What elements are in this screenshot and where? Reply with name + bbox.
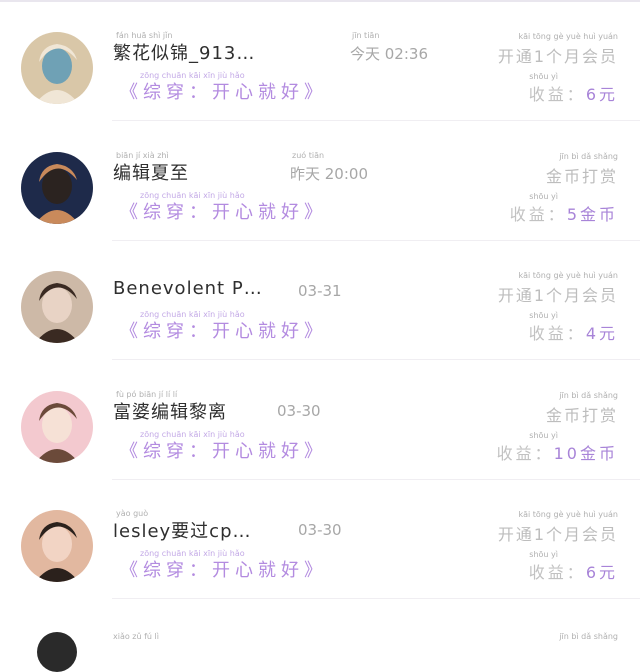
timestamp: 昨天 20:00 [290,165,368,183]
user-name[interactable]: 繁花似锦_913… [113,39,255,65]
avatar[interactable] [21,391,93,463]
avatar[interactable] [21,152,93,224]
earn-pinyin: shōu yì [529,550,558,559]
earn-label: 收益： [528,563,586,582]
status-pinyin: kāi tōng gè yuè huì yuán [518,510,618,519]
list-item[interactable]: yào guò lesley要过cp… 03-30 zōng chuān kāi… [0,480,640,599]
user-name[interactable]: lesley要过cp… [113,517,252,543]
earn-label: 收益： [528,324,586,343]
earn-value: 10金币 [553,444,618,463]
row-divider [112,359,640,360]
avatar [37,632,77,672]
earnings: 收益：5金币 [510,201,618,225]
work-title[interactable]: 《综穿：开心就好》 [120,317,327,343]
status-pinyin: jīn bì dǎ shǎng [559,152,618,161]
name-pinyin: xiǎo zǔ fú lì [113,632,159,641]
time-pinyin: jīn tiān [352,31,380,40]
status-pinyin: jīn bì dǎ shǎng [559,632,618,641]
earn-pinyin: shōu yì [529,431,558,440]
work-title[interactable]: 《综穿：开心就好》 [120,198,327,224]
reward-type: 开通1个月会员 [497,525,618,544]
earnings: 收益：6元 [529,81,618,105]
status-pinyin: jīn bì dǎ shǎng [559,391,618,400]
timestamp: 今天 02:36 [350,45,428,63]
list-item-partial[interactable]: xiǎo zǔ fú lì jīn bì dǎ shǎng [0,602,640,672]
earnings: 收益：10金币 [497,440,618,464]
reward-type: 开通1个月会员 [497,286,618,305]
earn-value: 6元 [585,563,618,582]
earn-pinyin: shōu yì [529,72,558,81]
timestamp: 03-30 [277,402,321,420]
work-title[interactable]: 《综穿：开心就好》 [120,78,327,104]
status-pinyin: kāi tōng gè yuè huì yuán [518,32,618,41]
status-pinyin: kāi tōng gè yuè huì yuán [518,271,618,280]
row-divider [112,120,640,121]
work-title[interactable]: 《综穿：开心就好》 [120,437,327,463]
list-item[interactable]: fù pó biān jí lí lí 富婆编辑黎离 03-30 zōng ch… [0,361,640,480]
earn-label: 收益： [496,444,554,463]
timestamp: 03-31 [298,282,342,300]
earn-label: 收益： [528,85,586,104]
work-title[interactable]: 《综穿：开心就好》 [120,556,327,582]
list-item[interactable]: fán huā shì jǐn 繁花似锦_913… jīn tiān 今天 02… [0,2,640,121]
earn-value: 4元 [585,324,618,343]
reward-type: 开通1个月会员 [497,47,618,66]
time-pinyin: zuó tiān [292,151,325,160]
user-name[interactable]: 富婆编辑黎离 [113,398,227,424]
list-item[interactable]: Benevolent P… 03-31 zōng chuān kāi xīn j… [0,241,640,360]
earn-pinyin: shōu yì [529,311,558,320]
earnings: 收益：4元 [529,320,618,344]
avatar[interactable] [21,32,93,104]
reward-type: 金币打赏 [545,167,618,186]
earn-pinyin: shōu yì [529,192,558,201]
reward-type: 金币打赏 [545,406,618,425]
user-name[interactable]: Benevolent P… [113,278,263,299]
earn-label: 收益： [509,205,567,224]
user-name[interactable]: 编辑夏至 [113,159,189,185]
row-divider [112,598,640,599]
avatar[interactable] [21,510,93,582]
timestamp: 03-30 [298,521,342,539]
earnings: 收益：6元 [529,559,618,583]
earn-value: 6元 [585,85,618,104]
list-item[interactable]: biān jí xià zhì 编辑夏至 zuó tiān 昨天 20:00 z… [0,122,640,241]
earn-value: 5金币 [566,205,618,224]
avatar[interactable] [21,271,93,343]
